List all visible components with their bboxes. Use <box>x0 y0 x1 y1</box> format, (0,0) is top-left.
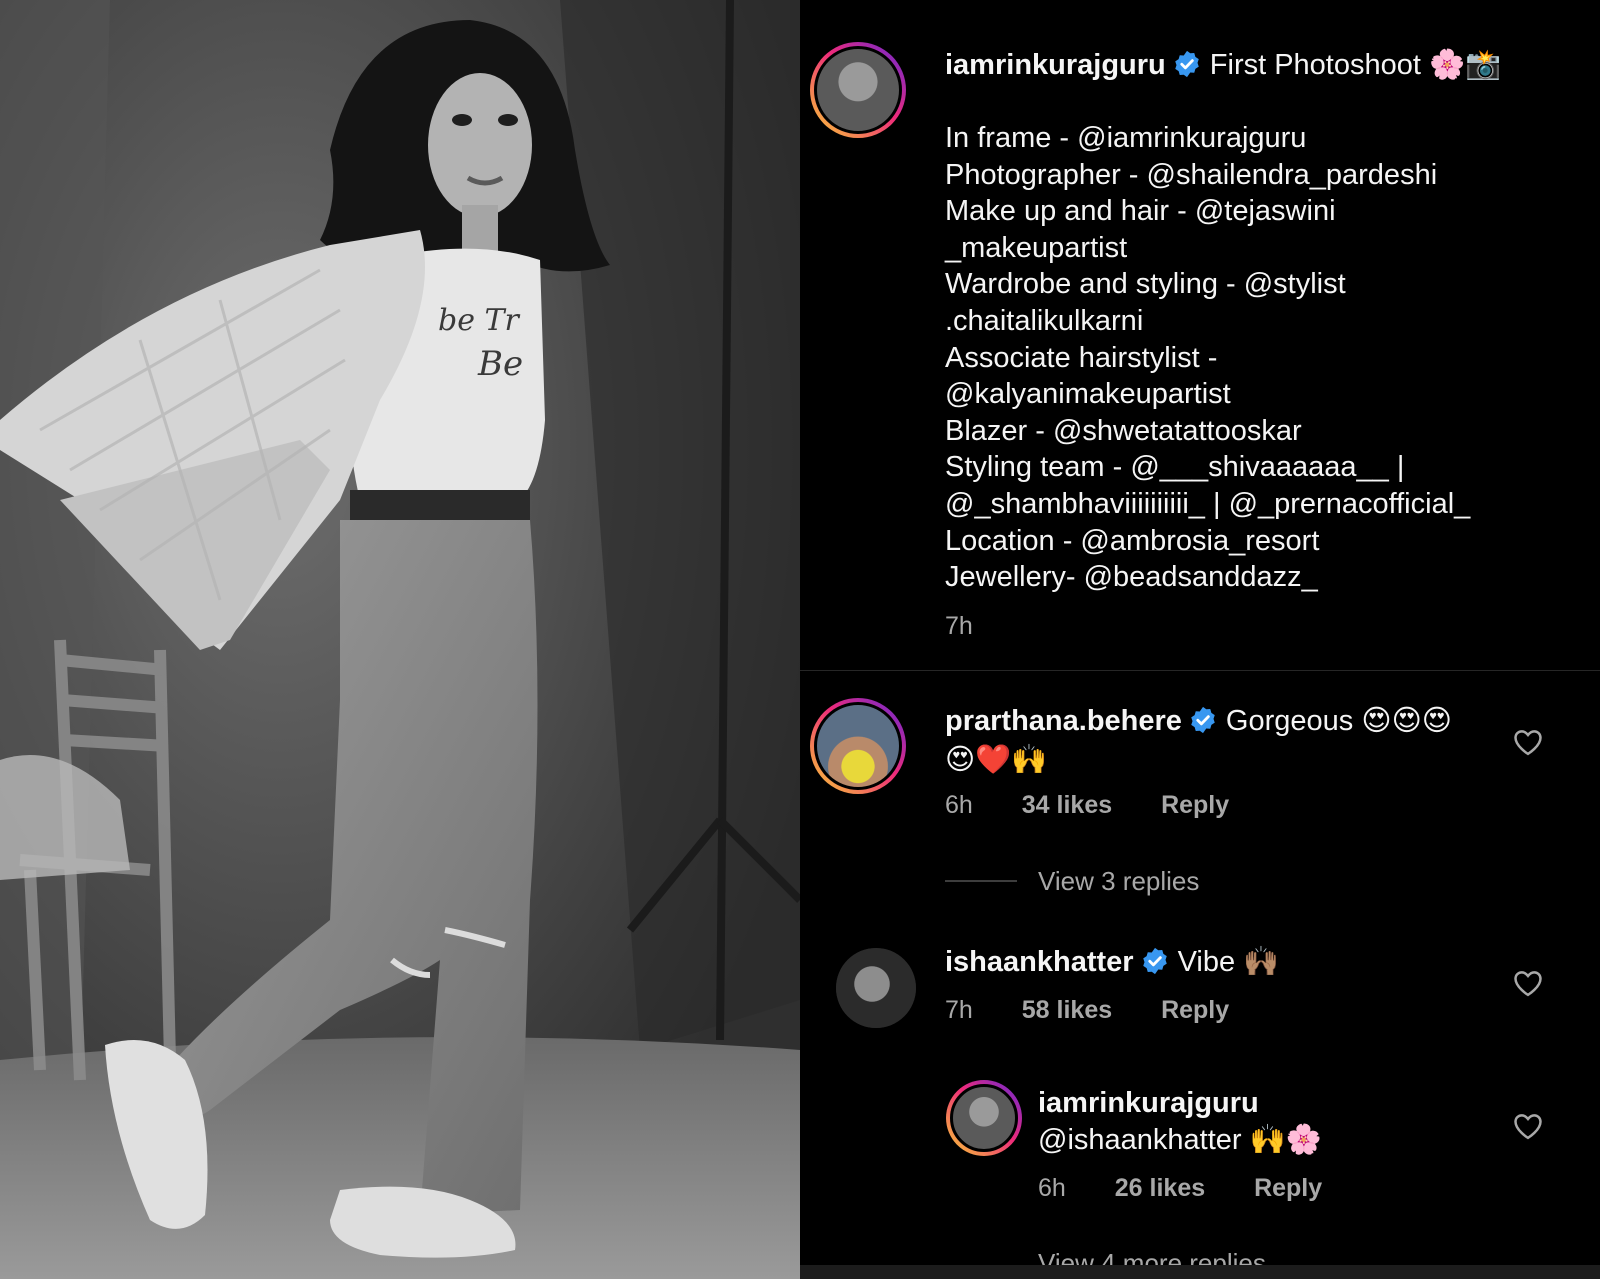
bottom-bar <box>800 1265 1600 1279</box>
verified-badge-icon <box>1142 947 1167 975</box>
caption-line: Make up and hair - @tejaswini <box>945 195 1336 228</box>
caption-time: 7h <box>945 612 973 640</box>
reply-reply-button[interactable]: Reply <box>1254 1174 1322 1203</box>
caption-line: @kalyanimakeupartist <box>945 378 1231 411</box>
caption-line: Jewellery- @beadsanddazz_ <box>945 561 1318 594</box>
reply-text: @ishaankhatter 🙌🌸 <box>1038 1124 1322 1156</box>
comment-2-likes[interactable]: 58 likes <box>1022 996 1112 1025</box>
reply-time: 6h <box>1038 1174 1066 1202</box>
comment-2-time: 7h <box>945 996 973 1024</box>
reply-meta: 6h 26 likes Reply <box>1038 1174 1322 1203</box>
caption-line: Styling team - @___shivaaaaaa__ | <box>945 451 1405 484</box>
comment-2-text: Vibe 🙌🏽 <box>1177 946 1280 978</box>
comment-1-reply-button[interactable]: Reply <box>1161 791 1229 820</box>
comment-1-likes[interactable]: 34 likes <box>1022 791 1112 820</box>
post-photo[interactable]: be Tr Be <box>0 0 800 1279</box>
comment-1-meta: 6h 34 likes Reply <box>945 791 1229 820</box>
reply-line-1: iamrinkurajguru <box>1038 1085 1259 1122</box>
comment-2-meta: 7h 58 likes Reply <box>945 996 1229 1025</box>
caption-line: @_shambhaviiiiiiiiii_ | @_prernacofficia… <box>945 487 1471 520</box>
comment-avatar-prarthana[interactable] <box>810 698 906 794</box>
heart-icon[interactable] <box>1513 728 1543 756</box>
caption-header: iamrinkurajguru First Photoshoot 🌸📸 <box>945 47 1501 84</box>
caption-headline: First Photoshoot 🌸📸 <box>1209 49 1502 81</box>
comment-2-line-1: ishaankhatter Vibe 🙌🏽 <box>945 944 1279 981</box>
caption-meta: 7h <box>945 612 973 641</box>
caption-line: Photographer - @shailendra_pardeshi <box>945 158 1438 191</box>
comment-2-reply-button[interactable]: Reply <box>1161 996 1229 1025</box>
comment-avatar-ishaan[interactable] <box>836 948 916 1028</box>
comment-1-time: 6h <box>945 791 973 819</box>
photo-illustration: be Tr Be <box>0 0 800 1279</box>
caption-line: Associate hairstylist - <box>945 341 1218 374</box>
heart-icon[interactable] <box>1513 1112 1543 1140</box>
caption-line: Blazer - @shwetatattooskar <box>945 414 1302 447</box>
caption-author-avatar[interactable] <box>810 42 906 138</box>
svg-text:be Tr: be Tr <box>438 303 521 338</box>
caption-username[interactable]: iamrinkurajguru <box>945 49 1166 81</box>
reply-author-avatar[interactable] <box>946 1080 1022 1156</box>
caption-line: _makeupartist <box>945 231 1128 264</box>
comment-2-username[interactable]: ishaankhatter <box>945 946 1134 978</box>
reply-likes[interactable]: 26 likes <box>1115 1174 1205 1203</box>
view-replies-line <box>945 880 1017 882</box>
caption-line: Wardrobe and styling - @stylist <box>945 268 1346 301</box>
caption-line: .chaitalikulkarni <box>945 304 1144 337</box>
reply-username[interactable]: iamrinkurajguru <box>1038 1087 1259 1119</box>
heart-icon[interactable] <box>1513 969 1543 997</box>
caption-body: In frame - @iamrinkurajguru Photographer… <box>945 120 1470 596</box>
verified-badge-icon <box>1175 50 1199 78</box>
view-replies-button[interactable]: View 3 replies <box>1038 866 1199 897</box>
caption-line: In frame - @iamrinkurajguru <box>945 122 1307 154</box>
comment-1-line-1: prarthana.behere Gorgeous 😍😍😍 <box>945 703 1452 740</box>
caption-line: Location - @ambrosia_resort <box>945 524 1320 557</box>
comment-1-username[interactable]: prarthana.behere <box>945 705 1182 737</box>
caption-divider <box>800 670 1600 671</box>
comments-panel: iamrinkurajguru First Photoshoot 🌸📸 In fr… <box>800 0 1600 1279</box>
verified-badge-icon <box>1191 706 1215 734</box>
comment-1-line-2: 😍❤️🙌 <box>945 744 1048 776</box>
comment-1-text: Gorgeous 😍😍😍 <box>1225 705 1453 737</box>
screenshot-root: be Tr Be iamrinkurajguru First Photoshoo… <box>0 0 1600 1279</box>
svg-text:Be: Be <box>477 344 523 384</box>
